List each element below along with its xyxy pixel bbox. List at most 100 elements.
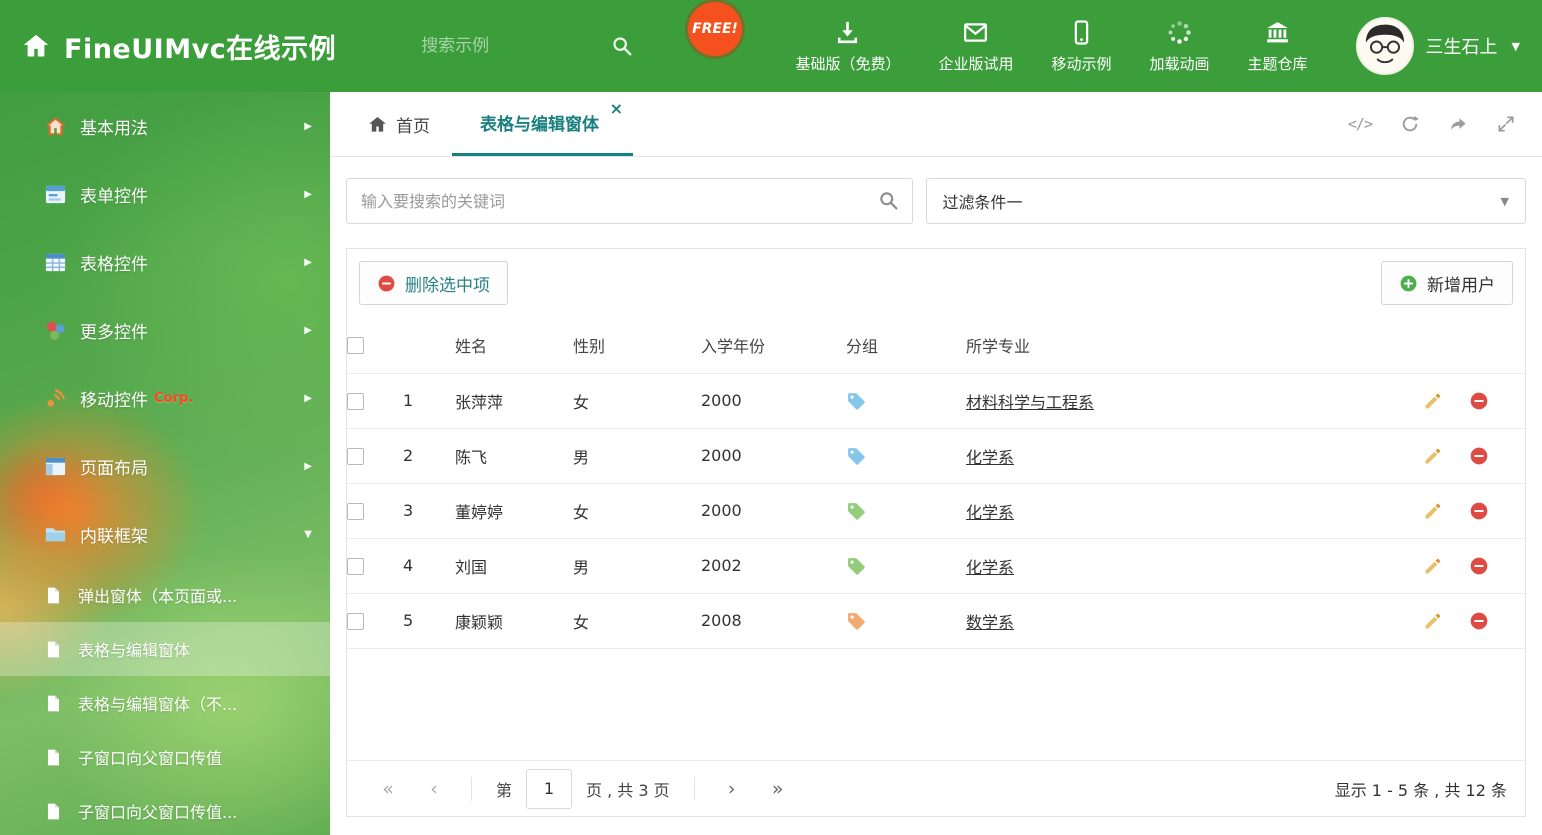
row-index: 5 [403, 593, 455, 649]
tab-toolbar: </> [1348, 92, 1542, 156]
corp-badge: Corp. [154, 390, 194, 406]
cell-gender: 女 [573, 373, 701, 429]
column-header-year: 入学年份 [701, 317, 846, 374]
share-icon[interactable] [1448, 114, 1468, 134]
tab-home[interactable]: 首页 [346, 92, 452, 156]
cell-gender: 男 [573, 428, 701, 484]
cell-year: 2000 [701, 428, 846, 484]
form-icon [44, 183, 67, 206]
sidebar-item-mobile-controls[interactable]: 移动控件 Corp. ▶ [0, 364, 330, 432]
major-link[interactable]: 化学系 [966, 503, 1014, 522]
sidebar-item-more-controls[interactable]: 更多控件 ▶ [0, 296, 330, 364]
row-index: 2 [403, 428, 455, 484]
select-all-checkbox[interactable] [347, 337, 364, 355]
free-badge: FREE! [688, 2, 742, 56]
column-header-group: 分组 [846, 317, 966, 374]
edit-pencil-icon[interactable] [1423, 611, 1443, 631]
major-link[interactable]: 化学系 [966, 558, 1014, 577]
row-checkbox[interactable] [347, 558, 364, 575]
cell-name: 陈飞 [455, 428, 573, 484]
table-row: 2 陈飞 男 2000 化学系 [347, 428, 1525, 484]
home-icon [368, 115, 387, 134]
cell-name: 董婷婷 [455, 483, 573, 539]
table-header-row: 姓名 性别 入学年份 分组 所学专业 [347, 317, 1525, 374]
edit-pencil-icon[interactable] [1423, 446, 1443, 466]
edit-pencil-icon[interactable] [1423, 501, 1443, 521]
sidebar-item-form-controls[interactable]: 表单控件 ▶ [0, 160, 330, 228]
signal-icon [44, 387, 67, 410]
close-icon[interactable]: × [610, 101, 623, 117]
spinner-icon [1166, 19, 1193, 46]
major-link[interactable]: 数学系 [966, 613, 1014, 632]
nav-item-enterprise-trial[interactable]: 企业版试用 [938, 19, 1013, 74]
sidebar-item-page-layout[interactable]: 页面布局 ▶ [0, 432, 330, 500]
cell-name: 康颖颖 [455, 593, 573, 649]
expand-icon[interactable] [1496, 114, 1516, 134]
sidebar-subitem-child-to-parent-2[interactable]: 子窗口向父窗口传值... [0, 784, 330, 835]
delete-row-icon[interactable] [1469, 391, 1489, 411]
sidebar-item-grid-controls[interactable]: 表格控件 ▶ [0, 228, 330, 296]
app-window: FineUIMvc在线示例 FREE! 基础版（免费） 企业 [0, 0, 1542, 835]
delete-row-icon[interactable] [1469, 446, 1489, 466]
add-user-button[interactable]: 新增用户 [1381, 261, 1513, 305]
keyword-search-input[interactable] [346, 178, 913, 224]
home-icon [44, 115, 67, 138]
brand: FineUIMvc在线示例 [22, 27, 336, 66]
first-page-button[interactable]: « [365, 778, 411, 800]
row-checkbox[interactable] [347, 503, 364, 520]
nav-item-theme-repo[interactable]: 主题仓库 [1248, 19, 1308, 74]
nav-item-label: 企业版试用 [938, 54, 1014, 73]
chevron-right-icon: ▶ [304, 324, 312, 336]
chevron-down-icon: ▼ [1511, 39, 1520, 53]
sidebar-subitem-popup-window[interactable]: 弹出窗体（本页面或... [0, 568, 330, 622]
nav-item-mobile-demo[interactable]: 移动示例 [1051, 19, 1112, 74]
nav-item-basic-free[interactable]: 基础版（免费） [795, 19, 900, 74]
row-index: 4 [403, 538, 455, 594]
top-search-input[interactable] [421, 36, 572, 56]
prev-page-button[interactable]: ‹ [411, 778, 457, 800]
delete-row-icon[interactable] [1469, 611, 1489, 631]
refresh-icon[interactable] [1400, 114, 1420, 134]
nav-item-loading-animation[interactable]: 加载动画 [1150, 19, 1210, 74]
page-suffix: 页 , 共 3 页 [586, 780, 670, 800]
sidebar-subitem-grid-edit-window[interactable]: 表格与编辑窗体 [0, 622, 330, 676]
pager-divider [471, 776, 472, 801]
source-code-icon[interactable]: </> [1348, 115, 1373, 133]
row-checkbox[interactable] [347, 448, 364, 465]
nav-item-label: 移动示例 [1051, 54, 1112, 73]
sidebar-subitem-child-to-parent[interactable]: 子窗口向父窗口传值 [0, 730, 330, 784]
delete-row-icon[interactable] [1469, 556, 1489, 576]
delete-row-icon[interactable] [1469, 501, 1489, 521]
app-title: FineUIMvc在线示例 [64, 33, 337, 65]
home-icon[interactable] [22, 32, 50, 60]
tag-icon [846, 611, 866, 631]
sidebar-item-iframe[interactable]: 内联框架 ▼ [0, 500, 330, 568]
column-header-name: 姓名 [455, 317, 573, 374]
major-link[interactable]: 化学系 [966, 448, 1014, 467]
row-checkbox[interactable] [347, 613, 364, 630]
filter-dropdown[interactable]: 过滤条件一 ▼ [925, 178, 1526, 224]
cell-gender: 女 [573, 593, 701, 649]
top-header: FineUIMvc在线示例 FREE! 基础版（免费） 企业 [0, 0, 1542, 92]
sidebar-item-label: 表单控件 [80, 186, 148, 207]
sidebar-item-basic-usage[interactable]: 基本用法 ▶ [0, 92, 330, 160]
page-number-input[interactable] [526, 768, 573, 809]
plus-circle-icon [1399, 274, 1418, 293]
sidebar-subitem-grid-edit-window-2[interactable]: 表格与编辑窗体（不... [0, 676, 330, 730]
pager-divider [693, 776, 695, 801]
delete-selected-button[interactable]: 删除选中项 [359, 261, 508, 305]
tab-grid-edit-window[interactable]: 表格与编辑窗体 × [452, 92, 633, 156]
last-page-button[interactable]: » [755, 778, 801, 800]
avatar [1355, 17, 1414, 75]
edit-pencil-icon[interactable] [1423, 391, 1443, 411]
next-page-button[interactable]: › [709, 778, 755, 800]
search-icon[interactable] [878, 190, 899, 211]
sidebar-item-label: 更多控件 [80, 322, 148, 343]
major-link[interactable]: 材料科学与工程系 [966, 393, 1094, 412]
edit-pencil-icon[interactable] [1423, 556, 1443, 576]
user-menu[interactable]: 三生石上 ▼ [1355, 17, 1520, 75]
filter-dropdown-value: 过滤条件一 [942, 193, 1023, 212]
row-checkbox[interactable] [347, 393, 364, 410]
search-icon[interactable] [611, 35, 633, 57]
filter-row: 过滤条件一 ▼ [346, 178, 1526, 224]
